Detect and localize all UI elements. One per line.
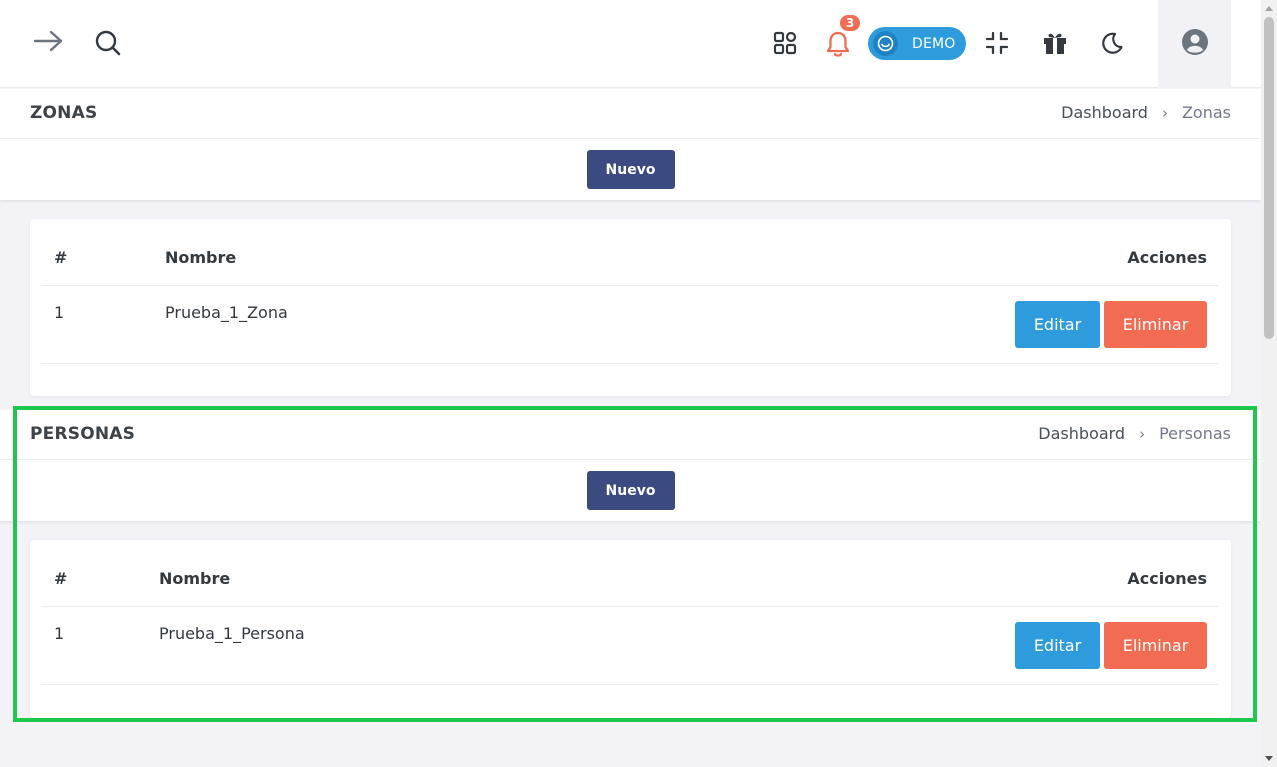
zonas-section-header: ZONAS Dashboard › Zonas [0, 89, 1261, 139]
breadcrumb-dashboard-link[interactable]: Dashboard [1061, 103, 1148, 122]
arrow-right-icon[interactable] [30, 26, 66, 56]
user-menu[interactable] [1158, 0, 1231, 88]
scrollbar-thumb[interactable] [1264, 17, 1274, 339]
page-scrollbar[interactable] [1261, 0, 1277, 767]
table-row: 1 Prueba_1_Persona Editar Eliminar [41, 607, 1218, 685]
search-icon[interactable] [92, 27, 124, 59]
demo-label: DEMO [912, 35, 956, 52]
edit-button[interactable]: Editar [1015, 301, 1100, 348]
personas-section-header: PERSONAS Dashboard › Personas [0, 410, 1261, 460]
apps-grid-icon[interactable] [771, 29, 799, 57]
table-header: # Nombre Acciones [41, 219, 1218, 286]
row-number: 1 [54, 624, 65, 643]
column-header-name: Nombre [165, 248, 237, 267]
notification-badge: 3 [838, 13, 862, 33]
moon-icon[interactable] [1098, 29, 1126, 57]
edit-button[interactable]: Editar [1015, 622, 1100, 669]
column-header-name: Nombre [159, 569, 231, 588]
column-header-number: # [54, 569, 68, 588]
column-header-actions: Acciones [1127, 248, 1207, 267]
breadcrumb: Dashboard › Personas [1038, 424, 1231, 443]
delete-button[interactable]: Eliminar [1104, 622, 1207, 669]
table-row: 1 Prueba_1_Zona Editar Eliminar [41, 286, 1218, 364]
chevron-right-icon: › [1139, 424, 1146, 443]
column-header-number: # [54, 248, 68, 267]
chevron-right-icon: › [1161, 103, 1168, 122]
breadcrumb: Dashboard › Zonas [1061, 103, 1231, 122]
column-header-actions: Acciones [1127, 569, 1207, 588]
demo-mode-badge[interactable]: DEMO [868, 27, 966, 60]
table-header: # Nombre Acciones [41, 540, 1218, 607]
row-name: Prueba_1_Zona [165, 303, 288, 322]
gift-icon[interactable] [1040, 29, 1070, 57]
top-navbar: 3 DEMO [0, 0, 1261, 88]
smile-icon [873, 31, 898, 56]
new-persona-button[interactable]: Nuevo [586, 471, 675, 510]
zonas-toolbar: Nuevo [0, 139, 1261, 200]
scroll-up-arrow-icon[interactable] [1261, 0, 1277, 16]
breadcrumb-current: Personas [1159, 424, 1231, 443]
row-number: 1 [54, 303, 65, 322]
row-name: Prueba_1_Persona [159, 624, 305, 643]
new-zona-button[interactable]: Nuevo [586, 150, 675, 189]
user-avatar-icon [1181, 28, 1209, 60]
breadcrumb-current: Zonas [1181, 103, 1231, 122]
breadcrumb-dashboard-link[interactable]: Dashboard [1038, 424, 1125, 443]
personas-toolbar: Nuevo [0, 460, 1261, 521]
page-title: ZONAS [30, 103, 98, 123]
personas-table-card: # Nombre Acciones 1 Prueba_1_Persona Edi… [30, 540, 1231, 718]
collapse-fullscreen-icon[interactable] [983, 29, 1011, 57]
scroll-down-arrow-icon[interactable] [1261, 751, 1277, 767]
delete-button[interactable]: Eliminar [1104, 301, 1207, 348]
bell-icon[interactable] [823, 29, 853, 59]
zonas-table-card: # Nombre Acciones 1 Prueba_1_Zona Editar… [30, 219, 1231, 396]
page-title: PERSONAS [30, 424, 136, 444]
